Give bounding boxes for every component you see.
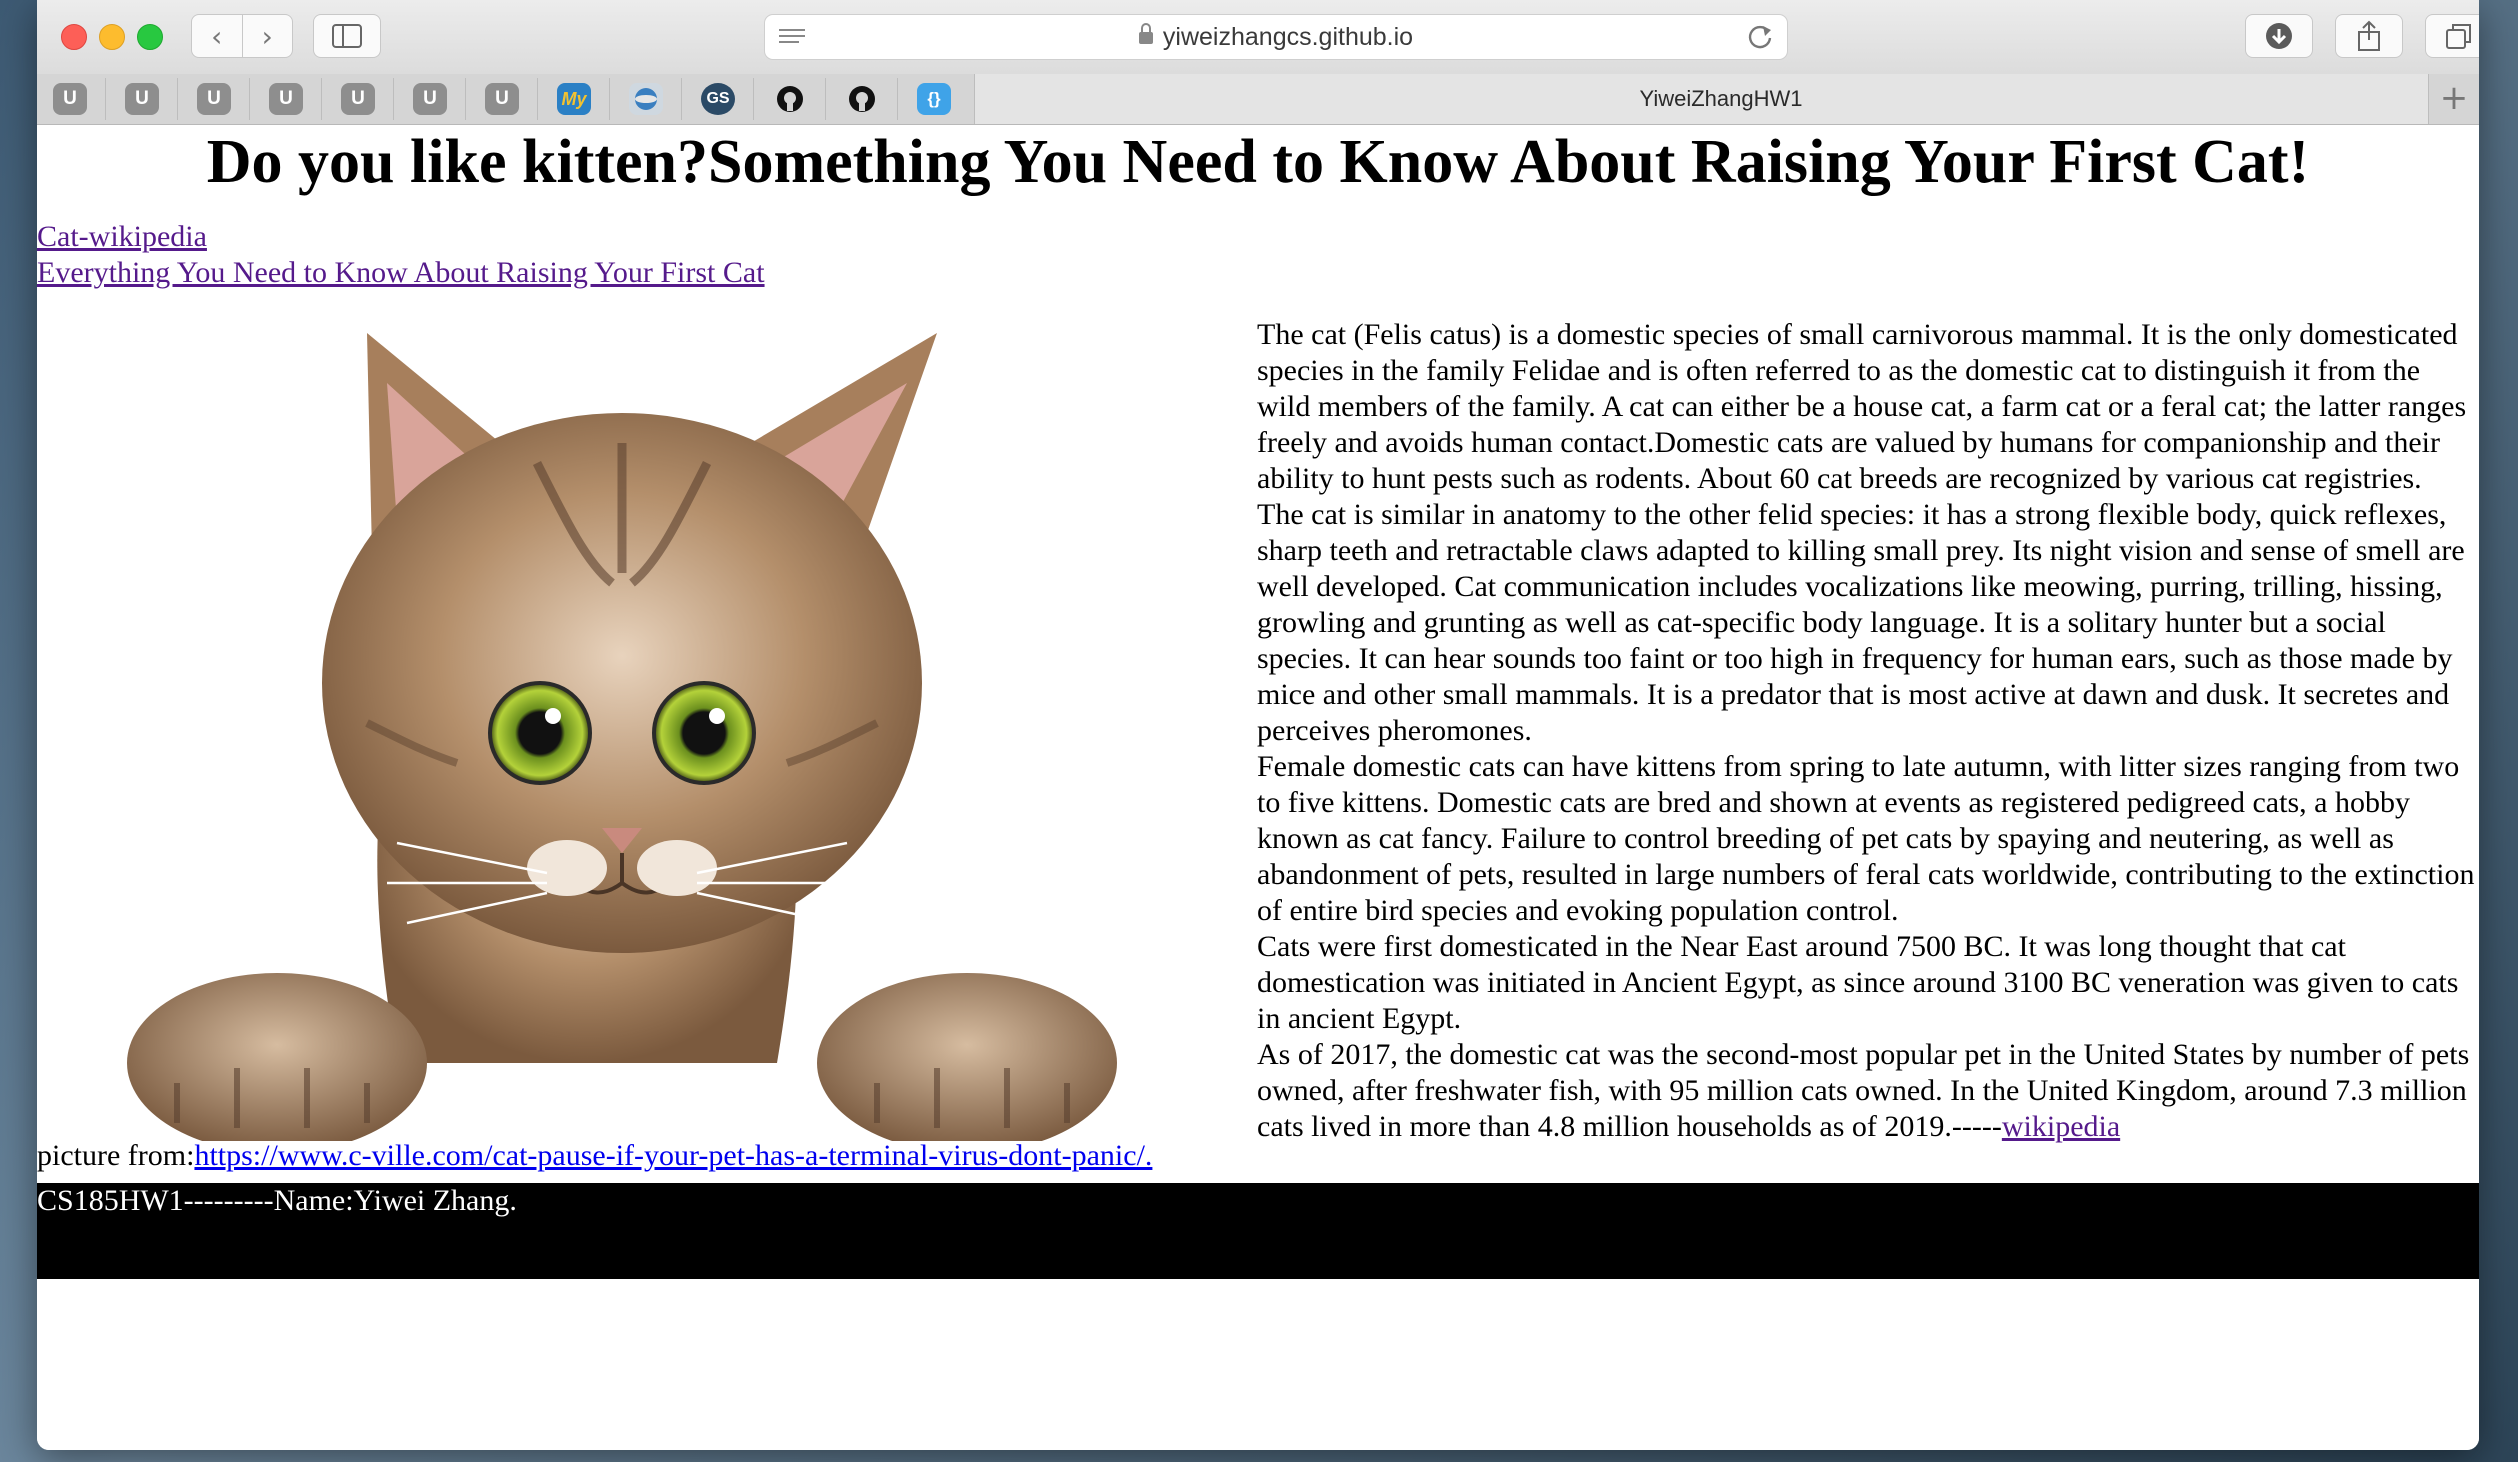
gs-bookmark-icon[interactable]: GS <box>701 83 735 115</box>
tabs-overview-button[interactable] <box>2425 14 2479 58</box>
address-bar[interactable]: yiweizhangcs.github.io <box>764 14 1788 60</box>
wikipedia-link[interactable]: wikipedia <box>2002 1110 2120 1143</box>
share-button[interactable] <box>2335 14 2403 58</box>
footer-text: CS185HW1---------Name:Yiwei Zhang. <box>37 1184 517 1217</box>
u-bookmark-icon[interactable]: U <box>485 83 519 115</box>
url-text: yiweizhangcs.github.io <box>1162 23 1414 51</box>
plus-icon: + <box>2439 78 2469 118</box>
lock-icon <box>1138 23 1153 44</box>
github-icon[interactable] <box>773 83 807 115</box>
page-title: Do you like kitten?Something You Need to… <box>206 128 2310 196</box>
download-icon <box>2266 23 2292 49</box>
browser-window: ‹ › yiweizhangcs.github.io U U U U U U U… <box>37 0 2479 1450</box>
cat-image <box>67 323 1177 1141</box>
my-bookmark-icon[interactable]: My <box>557 83 591 115</box>
zoom-window-button[interactable] <box>137 24 163 50</box>
u-bookmark-icon[interactable]: U <box>53 83 87 115</box>
raising-cat-link[interactable]: Everything You Need to Know About Raisin… <box>37 255 765 291</box>
paragraph: The cat (Felis catus) is a domestic spec… <box>1257 318 2467 495</box>
url-field[interactable]: yiweizhangcs.github.io <box>765 15 1787 59</box>
cat-wikipedia-link[interactable]: Cat-wikipedia <box>37 219 765 255</box>
credit-prefix: picture from: <box>37 1139 195 1172</box>
back-button[interactable]: ‹ <box>192 15 243 57</box>
sidebar-toggle-button[interactable] <box>313 14 381 58</box>
u-bookmark-icon[interactable]: U <box>269 83 303 115</box>
sidebar-icon <box>332 24 362 48</box>
u-bookmark-icon[interactable]: U <box>125 83 159 115</box>
downloads-button[interactable] <box>2245 14 2313 58</box>
github-icon[interactable] <box>845 83 879 115</box>
reload-icon[interactable] <box>1747 21 1773 58</box>
u-bookmark-icon[interactable]: U <box>197 83 231 115</box>
paragraph: Cats were first domesticated in the Near… <box>1257 930 2459 1035</box>
u-bookmark-icon[interactable]: U <box>341 83 375 115</box>
forward-button[interactable]: › <box>243 15 293 57</box>
web-page: Do you like kitten?Something You Need to… <box>37 125 2479 1450</box>
chevron-right-icon: › <box>261 19 273 53</box>
nav-buttons: ‹ › <box>191 14 293 58</box>
share-icon <box>2358 20 2380 51</box>
image-source-link[interactable]: https://www.c-ville.com/cat-pause-if-you… <box>194 1139 1152 1172</box>
u-bookmark-icon[interactable]: U <box>413 83 447 115</box>
globe-bookmark-icon[interactable] <box>629 83 663 115</box>
close-window-button[interactable] <box>61 24 87 50</box>
article-text: The cat (Felis catus) is a domestic spec… <box>1257 317 2479 1145</box>
paragraph: As of 2017, the domestic cat was the sec… <box>1257 1038 2470 1143</box>
chevron-left-icon: ‹ <box>211 19 223 53</box>
title-bar: ‹ › yiweizhangcs.github.io <box>37 0 2479 75</box>
new-tab-button[interactable]: + <box>2428 74 2479 124</box>
tab-yiweizhanghw1[interactable]: YiweiZhangHW1 <box>974 74 2467 124</box>
tabs-icon <box>2446 24 2471 49</box>
footer: CS185HW1---------Name:Yiwei Zhang. <box>37 1183 2479 1279</box>
image-credit: picture from:https://www.c-ville.com/cat… <box>37 1139 1152 1173</box>
code-bookmark-icon[interactable]: {} <box>917 83 951 115</box>
paragraph: The cat is similar in anatomy to the oth… <box>1257 498 2465 747</box>
paragraph: Female domestic cats can have kittens fr… <box>1257 750 2475 927</box>
minimize-window-button[interactable] <box>99 24 125 50</box>
link-list: Cat-wikipedia Everything You Need to Kno… <box>37 219 765 291</box>
